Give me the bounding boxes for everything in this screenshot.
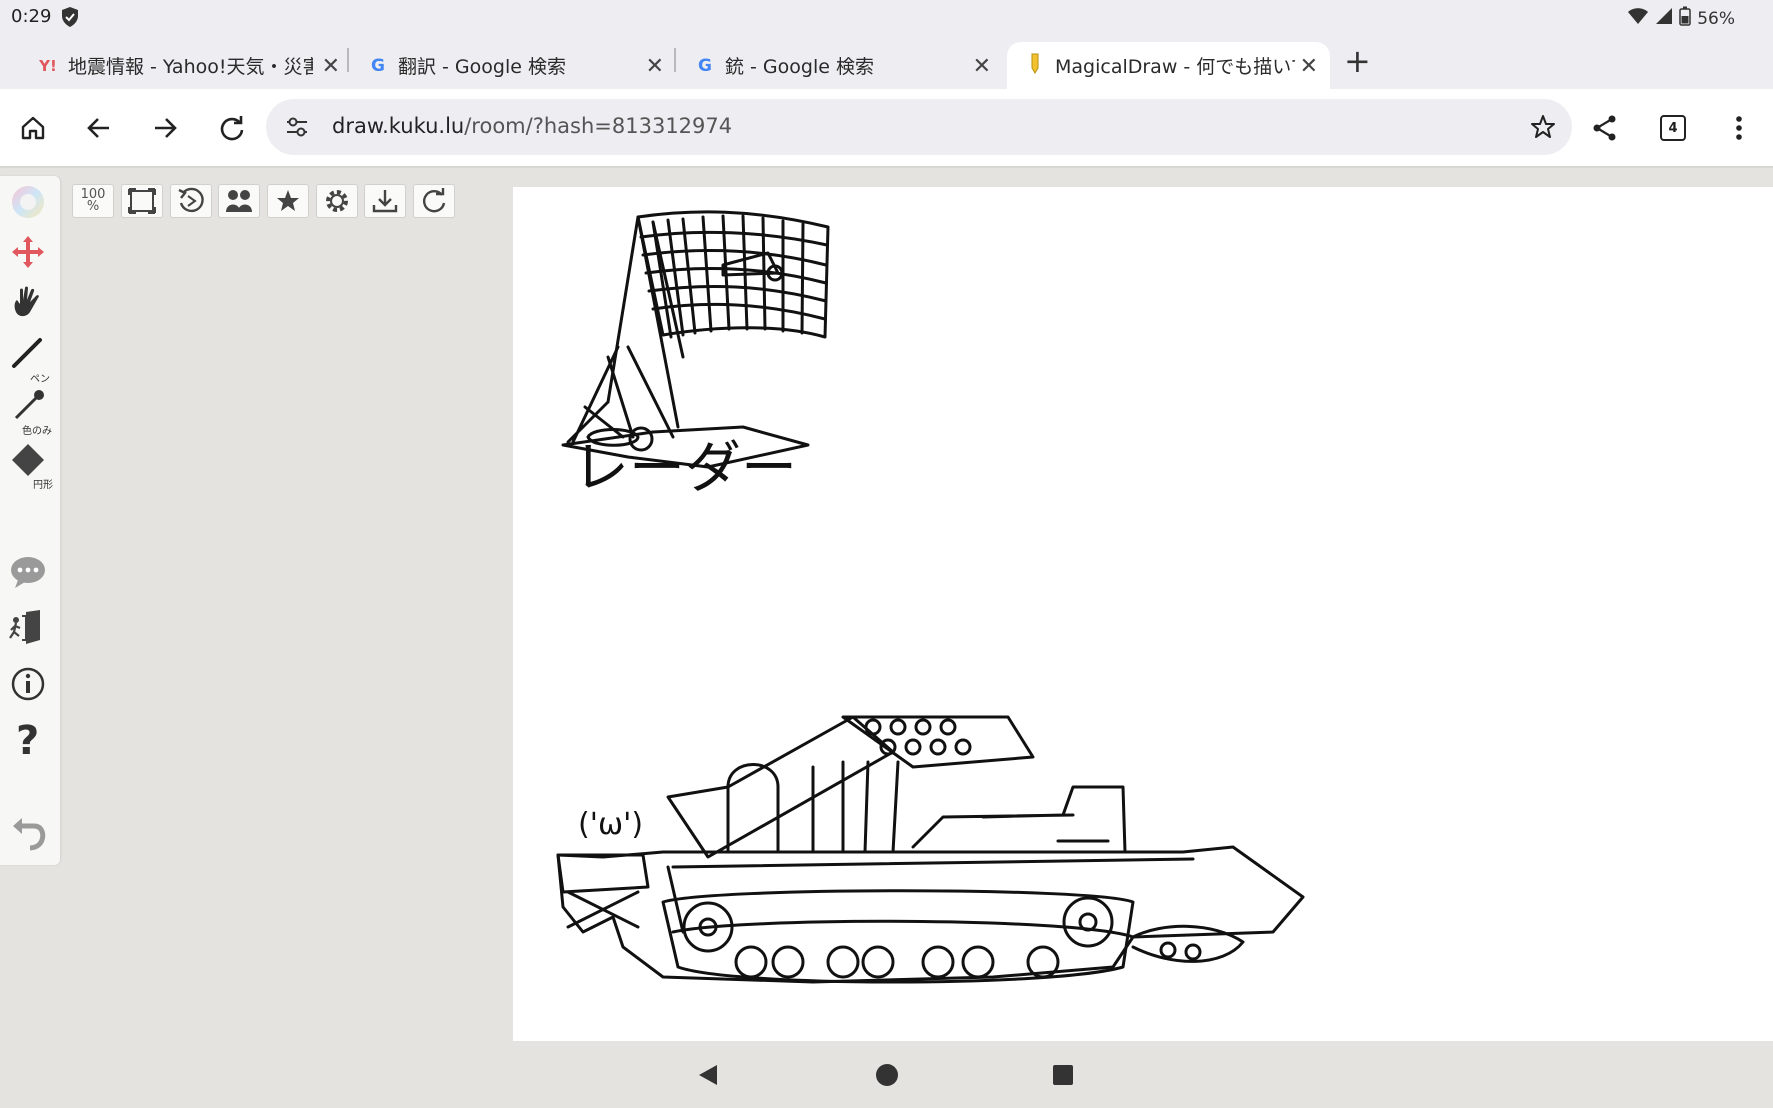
- info-icon[interactable]: [8, 664, 52, 708]
- download-icon[interactable]: [364, 184, 406, 218]
- address-bar[interactable]: draw.kuku.lu/room/?hash=813312974: [266, 99, 1572, 155]
- tab-title: 地震情報 - Yahoo!天気・災害: [68, 56, 313, 78]
- tab-count: 4: [1660, 115, 1686, 141]
- reload-icon[interactable]: [215, 111, 249, 145]
- tab-magicaldraw[interactable]: MagicalDraw - 何でも描いて ✕: [1007, 42, 1330, 89]
- tab-divider: [674, 48, 676, 72]
- tab-google-gun[interactable]: G 銃 - Google 検索 ✕: [693, 42, 991, 89]
- nav-home-icon[interactable]: [875, 1063, 899, 1091]
- eraser-tool-label: 円形: [33, 480, 53, 491]
- tab-google-translate[interactable]: G 翻訳 - Google 検索 ✕: [366, 42, 664, 89]
- eraser-tool[interactable]: 円形: [8, 442, 53, 491]
- url-path: /room/?hash=813312974: [464, 114, 733, 138]
- tab-yahoo-weather[interactable]: Y! 地震情報 - Yahoo!天気・災害 ✕: [36, 42, 340, 89]
- radar-caption: レーダー: [573, 436, 797, 501]
- close-icon[interactable]: ✕: [646, 54, 664, 79]
- nav-recents-icon[interactable]: [1052, 1064, 1074, 1090]
- page-top-border: [0, 166, 1773, 168]
- status-indicators: 56%: [1627, 6, 1735, 31]
- drawing-canvas[interactable]: レーダー ('ω'): [513, 187, 1773, 1041]
- close-icon[interactable]: ✕: [1300, 54, 1318, 79]
- system-nav-bar: [0, 1041, 1773, 1108]
- zoom-unit: %: [86, 199, 100, 214]
- exit-room-icon[interactable]: [8, 608, 52, 652]
- more-menu-icon[interactable]: [1722, 111, 1756, 145]
- pencil-favicon: [1023, 52, 1047, 79]
- radar-sketch: [561, 210, 830, 469]
- forward-icon[interactable]: [148, 111, 182, 145]
- help-icon[interactable]: ?: [8, 718, 52, 764]
- wifi-icon: [1627, 7, 1649, 30]
- close-icon[interactable]: ✕: [973, 54, 991, 79]
- close-icon[interactable]: ✕: [322, 54, 340, 79]
- back-icon[interactable]: [82, 111, 116, 145]
- tab-divider: [347, 48, 349, 72]
- signal-icon: [1655, 7, 1673, 30]
- status-time: 0:29: [11, 6, 52, 27]
- pen-tool-label: ペン: [30, 374, 50, 385]
- new-tab-button[interactable]: +: [1344, 42, 1371, 80]
- pen-tool[interactable]: ペン: [8, 336, 52, 385]
- url-host: draw.kuku.lu: [332, 114, 465, 138]
- fit-screen-icon[interactable]: [121, 184, 163, 218]
- url-text[interactable]: draw.kuku.lu/room/?hash=813312974: [332, 114, 732, 138]
- eyedropper-tool-label: 色のみ: [22, 426, 52, 437]
- shield-icon: [58, 5, 82, 33]
- yahoo-favicon: Y!: [39, 56, 57, 75]
- tab-title: 翻訳 - Google 検索: [398, 56, 566, 78]
- hand-tool-icon[interactable]: [8, 282, 52, 326]
- tool-panel: ペン 色のみ 円形 ?: [0, 176, 60, 865]
- svg-text:?: ?: [16, 718, 39, 762]
- move-tool-icon[interactable]: [8, 232, 52, 276]
- members-icon[interactable]: [218, 184, 260, 218]
- undo-icon[interactable]: [8, 812, 52, 856]
- tab-strip: Y! 地震情報 - Yahoo!天気・災害 ✕ G 翻訳 - Google 検索…: [0, 34, 1773, 89]
- home-icon[interactable]: [16, 111, 50, 145]
- tab-title: 銃 - Google 検索: [725, 56, 874, 78]
- share-icon[interactable]: [1588, 111, 1622, 145]
- status-bar: 0:29 56%: [0, 0, 1773, 34]
- zoom-100-button[interactable]: 100%: [72, 184, 114, 218]
- canvas-drawing: レーダー ('ω'): [556, 210, 1305, 984]
- google-favicon: G: [371, 55, 385, 76]
- redo-refresh-icon[interactable]: [413, 184, 455, 218]
- tab-title: MagicalDraw - 何でも描いて: [1055, 56, 1295, 78]
- battery-icon: [1679, 6, 1691, 31]
- favorite-star-icon[interactable]: [267, 184, 309, 218]
- settings-gear-icon[interactable]: [316, 184, 358, 218]
- chat-icon[interactable]: [8, 552, 52, 596]
- google-favicon: G: [698, 55, 712, 76]
- rotate-canvas-icon[interactable]: [170, 184, 212, 218]
- site-settings-icon[interactable]: [284, 114, 310, 144]
- tab-switcher-button[interactable]: 4: [1656, 111, 1690, 145]
- color-picker-button[interactable]: [8, 182, 52, 226]
- nav-back-icon[interactable]: [697, 1063, 719, 1091]
- eyedropper-tool[interactable]: 色のみ: [8, 388, 52, 437]
- tank-sketch: [556, 715, 1305, 984]
- battery-percent: 56%: [1697, 8, 1735, 29]
- browser-toolbar: draw.kuku.lu/room/?hash=813312974 4: [0, 89, 1773, 166]
- face-emoticon: ('ω'): [578, 807, 643, 842]
- star-bookmark-icon[interactable]: [1530, 114, 1556, 144]
